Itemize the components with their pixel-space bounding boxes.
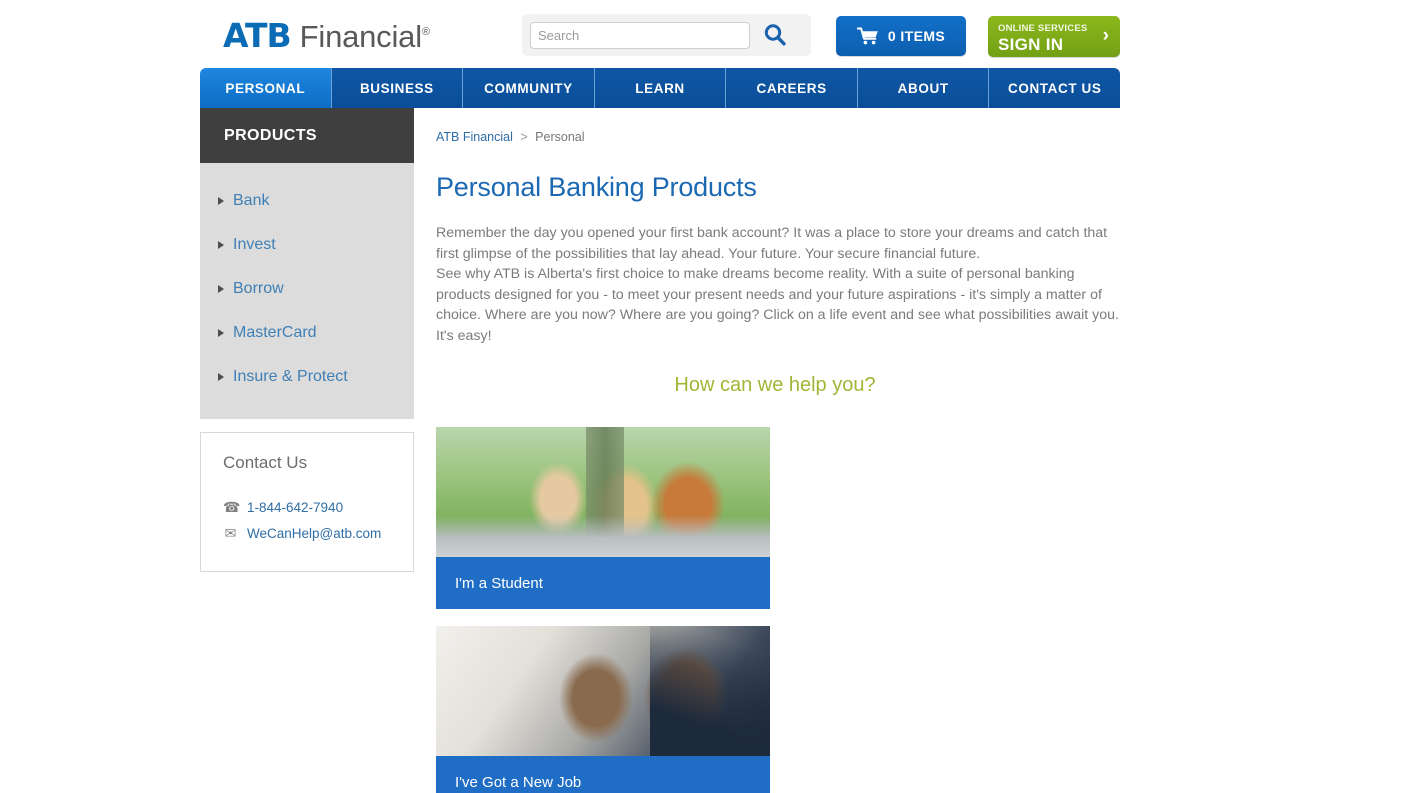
sidebar-item-label: Bank (233, 192, 270, 209)
nav-item-community[interactable]: COMMUNITY (463, 68, 595, 108)
page-body: PRODUCTS Bank Invest Borrow MasterCard I… (200, 108, 1120, 793)
logo-wordmark: Financial (299, 19, 422, 54)
search-input[interactable] (530, 21, 750, 49)
sidebar-menu: Bank Invest Borrow MasterCard Insure & P… (200, 163, 414, 419)
card-photo-new-job (436, 626, 770, 756)
main-content: ATB Financial > Personal Personal Bankin… (414, 108, 1120, 793)
card-label: I'm a Student (455, 574, 543, 592)
nav-item-learn[interactable]: LEARN (594, 68, 727, 108)
life-event-cards: I'm a Student I've Got a New Job I'm Buy… (436, 427, 1120, 793)
card-caption-bar: I've Got a New Job (436, 756, 770, 793)
nav-item-contact-us[interactable]: CONTACT US (989, 68, 1121, 108)
card-ive-got-a-new-job[interactable]: I've Got a New Job (436, 626, 770, 793)
triangle-right-icon (218, 197, 224, 205)
nav-item-personal[interactable]: PERSONAL (200, 68, 332, 108)
chevron-right-icon: › (1102, 25, 1109, 46)
shopping-cart-icon (856, 27, 878, 45)
breadcrumb: ATB Financial > Personal (436, 130, 1120, 144)
sidebar-item-mastercard[interactable]: MasterCard (200, 311, 414, 355)
cart-button[interactable]: 0 ITEMS (836, 16, 966, 56)
intro-paragraph-1: Remember the day you opened your first b… (436, 225, 1108, 262)
breadcrumb-link-root[interactable]: ATB Financial (436, 130, 513, 144)
intro-paragraph-2: See why ATB is Alberta's first choice to… (436, 266, 1119, 344)
registered-trademark-icon: ® (421, 26, 431, 38)
search-button[interactable] (750, 14, 800, 56)
breadcrumb-separator: > (520, 130, 528, 144)
sidebar-item-label: Invest (233, 236, 276, 253)
sidebar-item-label: Borrow (233, 280, 284, 297)
sidebar-header-products: PRODUCTS (200, 108, 414, 163)
primary-navigation: PERSONAL BUSINESS COMMUNITY LEARN CAREER… (200, 68, 1121, 108)
contact-us-title: Contact Us (223, 453, 308, 472)
search-area (522, 14, 811, 56)
triangle-right-icon (218, 285, 224, 293)
sidebar-item-invest[interactable]: Invest (200, 223, 414, 267)
nav-item-business[interactable]: BUSINESS (331, 68, 464, 108)
help-heading: How can we help you? (674, 374, 876, 396)
sidebar-item-bank[interactable]: Bank (200, 179, 414, 223)
sidebar-heading-label: PRODUCTS (224, 126, 317, 144)
sidebar: PRODUCTS Bank Invest Borrow MasterCard I… (200, 108, 414, 793)
contact-email-row[interactable]: ✉ WeCanHelp@atb.com (223, 525, 413, 542)
card-caption-bar: I'm a Student (436, 557, 770, 609)
triangle-right-icon (218, 329, 224, 337)
sidebar-item-label: Insure & Protect (233, 368, 348, 385)
contact-phone-row[interactable]: ☎ 1-844-642-7940 (223, 499, 413, 516)
sign-in-label: SIGN IN (998, 34, 1064, 54)
contact-phone-link[interactable]: 1-844-642-7940 (247, 500, 343, 515)
card-im-a-student[interactable]: I'm a Student (436, 427, 770, 609)
page-title: Personal Banking Products (436, 172, 757, 202)
card-label: I've Got a New Job (455, 773, 582, 791)
envelope-icon: ✉ (224, 525, 237, 541)
nav-item-careers[interactable]: CAREERS (726, 68, 858, 108)
phone-icon: ☎ (223, 499, 241, 515)
triangle-right-icon (218, 373, 224, 381)
nav-item-about[interactable]: ABOUT (857, 68, 990, 108)
sidebar-item-borrow[interactable]: Borrow (200, 267, 414, 311)
triangle-right-icon (218, 241, 224, 249)
sign-in-eyebrow: ONLINE SERVICES (998, 22, 1088, 34)
sidebar-item-label: MasterCard (233, 324, 317, 341)
card-photo-students (436, 427, 770, 557)
page-root: ATB Financial ® 0 ITEMS ONLINE S (0, 0, 1410, 793)
contact-us-box: Contact Us ☎ 1-844-642-7940 ✉ WeCanHelp@… (200, 432, 414, 572)
contact-email-link[interactable]: WeCanHelp@atb.com (247, 526, 381, 541)
sidebar-item-insure-and-protect[interactable]: Insure & Protect (200, 355, 414, 399)
site-header: ATB Financial ® 0 ITEMS ONLINE S (200, 0, 1120, 68)
atb-financial-logo[interactable]: ATB Financial ® (223, 16, 430, 55)
online-services-sign-in-button[interactable]: ONLINE SERVICES SIGN IN › (988, 16, 1120, 57)
site-container: ATB Financial ® 0 ITEMS ONLINE S (200, 0, 1121, 793)
cart-count-label: 0 ITEMS (887, 28, 946, 44)
breadcrumb-current: Personal (535, 130, 585, 144)
logo-mark: ATB (223, 16, 292, 55)
search-icon (764, 24, 786, 46)
